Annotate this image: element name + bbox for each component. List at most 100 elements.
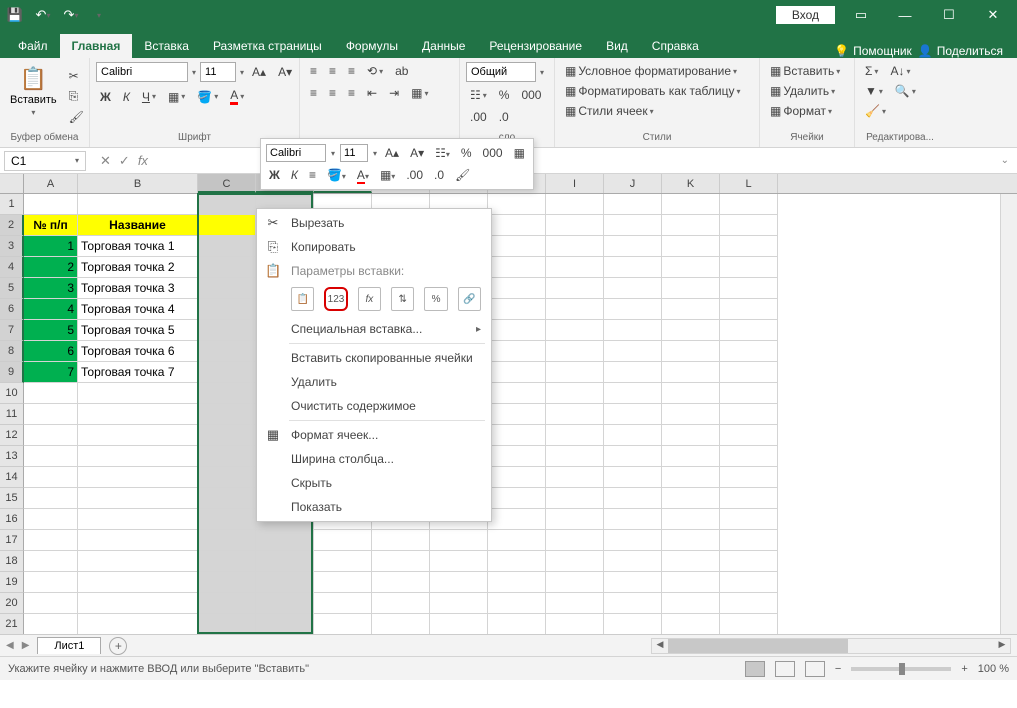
cell[interactable]	[198, 530, 256, 551]
cell[interactable]	[546, 194, 604, 215]
number-format-select[interactable]	[466, 62, 536, 82]
cond-format-button[interactable]: ▦ Условное форматирование▾	[561, 62, 753, 80]
format-cells-button[interactable]: ▦Формат▾	[766, 102, 848, 120]
cell[interactable]	[430, 614, 488, 634]
cell[interactable]	[24, 551, 78, 572]
cell[interactable]	[78, 425, 198, 446]
ctx-insert-copied[interactable]: Вставить скопированные ячейки	[257, 346, 491, 370]
dec-decimal-icon[interactable]: .0	[495, 108, 513, 126]
tab-formulas[interactable]: Формулы	[334, 34, 410, 58]
cell[interactable]	[662, 215, 720, 236]
cell[interactable]	[604, 530, 662, 551]
cell[interactable]	[546, 236, 604, 257]
row-header[interactable]: 2	[0, 215, 24, 236]
cell[interactable]	[372, 530, 430, 551]
cell[interactable]	[314, 614, 372, 634]
align-center-icon[interactable]: ≡	[325, 84, 340, 102]
cell[interactable]	[314, 593, 372, 614]
cell[interactable]	[198, 593, 256, 614]
cell[interactable]	[198, 467, 256, 488]
bold-button[interactable]: Ж	[96, 88, 115, 106]
horizontal-scrollbar[interactable]: ◀ ▶	[651, 638, 1011, 654]
cell[interactable]	[198, 278, 256, 299]
cell[interactable]: 7	[24, 362, 78, 383]
cell[interactable]	[314, 551, 372, 572]
cell[interactable]	[546, 551, 604, 572]
cell[interactable]	[604, 236, 662, 257]
row-header[interactable]: 3	[0, 236, 24, 257]
cell[interactable]	[662, 614, 720, 634]
cell[interactable]	[720, 572, 778, 593]
cell[interactable]	[78, 530, 198, 551]
cell[interactable]	[662, 257, 720, 278]
mini-merge-icon[interactable]: ▦	[511, 145, 528, 161]
ctx-format-cells[interactable]: ▦Формат ячеек...	[257, 423, 491, 447]
cell[interactable]	[720, 530, 778, 551]
tab-view[interactable]: Вид	[594, 34, 640, 58]
cell[interactable]: Торговая точка 6	[78, 341, 198, 362]
cell[interactable]: № п/п	[24, 215, 78, 236]
italic-button[interactable]: К	[119, 88, 134, 106]
font-size-select[interactable]	[200, 62, 236, 82]
cell[interactable]	[24, 425, 78, 446]
cell[interactable]	[720, 404, 778, 425]
cell[interactable]	[78, 404, 198, 425]
ribbon-options-icon[interactable]: ▭	[843, 2, 879, 28]
scroll-left-icon[interactable]: ◀	[652, 639, 668, 653]
column-header[interactable]: I	[546, 174, 604, 193]
cell[interactable]	[546, 425, 604, 446]
copy-icon[interactable]: ⎘	[65, 87, 88, 106]
cell[interactable]	[662, 236, 720, 257]
cell[interactable]	[720, 299, 778, 320]
cell[interactable]	[720, 236, 778, 257]
cell[interactable]	[430, 551, 488, 572]
cell[interactable]	[372, 551, 430, 572]
column-header[interactable]: C	[198, 174, 256, 193]
column-header[interactable]: A	[24, 174, 78, 193]
cell[interactable]	[662, 194, 720, 215]
page-break-view-icon[interactable]	[805, 661, 825, 677]
prev-sheet-icon[interactable]: ◀	[6, 640, 14, 651]
thousands-icon[interactable]: 000	[517, 86, 545, 104]
ctx-paste-special[interactable]: Специальная вставка...▸	[257, 317, 491, 341]
assistant-button[interactable]: 💡 Помощник	[834, 44, 912, 58]
ctx-delete[interactable]: Удалить	[257, 370, 491, 394]
mini-font-color-icon[interactable]: A▾	[354, 167, 372, 183]
font-name-select[interactable]	[96, 62, 188, 82]
cell[interactable]	[604, 299, 662, 320]
page-layout-view-icon[interactable]	[775, 661, 795, 677]
row-header[interactable]: 10	[0, 383, 24, 404]
cell[interactable]	[372, 572, 430, 593]
cell[interactable]	[256, 614, 314, 634]
cell[interactable]	[662, 509, 720, 530]
cell[interactable]	[488, 194, 546, 215]
cell[interactable]: 3	[24, 278, 78, 299]
row-header[interactable]: 20	[0, 593, 24, 614]
fill-icon[interactable]: ▼▾	[861, 82, 887, 100]
ctx-cut[interactable]: ✂Вырезать	[257, 211, 491, 235]
scroll-thumb[interactable]	[668, 639, 848, 653]
cell[interactable]	[24, 383, 78, 404]
cell[interactable]	[198, 446, 256, 467]
align-left-icon[interactable]: ≡	[306, 84, 321, 102]
cell[interactable]	[198, 299, 256, 320]
cell[interactable]: 1	[24, 236, 78, 257]
mini-thousands-icon[interactable]: 000	[480, 145, 506, 161]
cell[interactable]: Торговая точка 3	[78, 278, 198, 299]
close-icon[interactable]: ✕	[975, 2, 1011, 28]
cell[interactable]	[662, 572, 720, 593]
cell[interactable]	[546, 593, 604, 614]
row-header[interactable]: 7	[0, 320, 24, 341]
inc-decimal-icon[interactable]: .00	[466, 108, 491, 126]
cell[interactable]	[78, 488, 198, 509]
cell[interactable]	[604, 551, 662, 572]
sheet-tab[interactable]: Лист1	[37, 637, 101, 654]
cell-styles-button[interactable]: ▦ Стили ячеек▾	[561, 102, 753, 120]
align-bottom-icon[interactable]: ≡	[344, 62, 359, 80]
ctx-clear[interactable]: Очистить содержимое	[257, 394, 491, 418]
row-header[interactable]: 13	[0, 446, 24, 467]
vertical-scrollbar[interactable]	[1000, 194, 1017, 634]
cell[interactable]	[546, 614, 604, 634]
cell[interactable]	[604, 593, 662, 614]
mini-font-select[interactable]	[266, 144, 326, 162]
